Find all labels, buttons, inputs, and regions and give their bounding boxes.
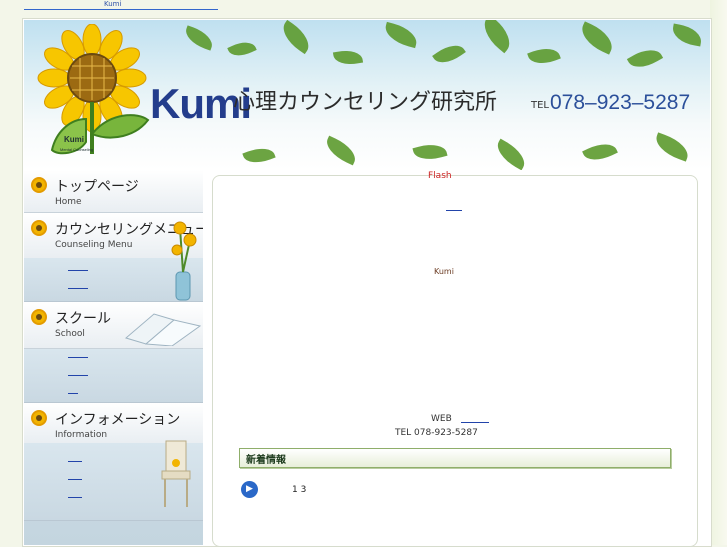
brand-subtitle: 心理カウンセリング研究所	[233, 90, 498, 115]
contact-tel: TEL 078-923-5287	[395, 428, 478, 438]
submenu-link[interactable]	[68, 479, 82, 480]
nav-label-jp: スクール	[55, 311, 111, 327]
header-banner: Kumi Mental Counseling Kumi 心理カウンセリング研究所…	[24, 20, 710, 170]
submenu-link[interactable]	[68, 497, 82, 498]
right-background	[710, 0, 727, 545]
counseling-submenu	[24, 221, 203, 302]
logo-text: Kumi	[64, 135, 84, 144]
nav-label-jp: トップページ	[55, 179, 139, 195]
sunflower-icon	[33, 311, 45, 323]
sunflower-icon	[33, 179, 45, 191]
chair-image	[161, 440, 191, 507]
news-header: 新着情報	[239, 448, 671, 468]
submenu-link[interactable]	[68, 393, 78, 394]
information-submenu	[24, 440, 203, 521]
submenu-link[interactable]	[68, 270, 88, 271]
center-text: Kumi	[434, 267, 454, 276]
nav-label-en: School	[55, 329, 85, 339]
web-label: WEB	[431, 414, 452, 424]
sunflower-icon	[33, 222, 45, 234]
web-link[interactable]	[461, 422, 489, 423]
nav-label-jp: インフォメーション	[55, 412, 181, 428]
sidebar: トップページ Home カウンセリングメニュー Counseling Menu …	[24, 170, 209, 545]
nav-item-home[interactable]: トップページ Home	[24, 170, 203, 213]
sunflower-logo: Kumi Mental Counseling	[37, 24, 150, 155]
logo-subtext: Mental Counseling	[60, 147, 93, 152]
flash-link[interactable]	[446, 210, 462, 211]
nav-label-en: Information	[55, 430, 108, 440]
tel-label: TEL	[531, 100, 549, 111]
open-book-image	[124, 313, 202, 346]
flash-notice: Flash	[428, 171, 452, 181]
submenu-link[interactable]	[68, 288, 88, 289]
submenu-link[interactable]	[68, 375, 88, 376]
sunflower-icon	[33, 412, 45, 424]
news-title: 新着情報	[246, 455, 286, 466]
nav-label-en: Home	[55, 197, 82, 207]
nav-item-information[interactable]: インフォメーション Information	[24, 403, 203, 444]
content-panel	[212, 175, 698, 547]
top-divider	[24, 9, 218, 10]
tel-number: 078–923–5287	[550, 91, 691, 114]
submenu-link[interactable]	[68, 461, 82, 462]
news-count: 1 3	[292, 485, 307, 495]
top-link[interactable]: Kumi	[104, 0, 121, 8]
nav-item-school[interactable]: スクール School	[24, 302, 203, 349]
submenu-link[interactable]	[68, 357, 88, 358]
nav-label-en: Counseling Menu	[55, 240, 133, 250]
sunflower-vase-image	[171, 221, 197, 301]
play-arrow-icon[interactable]: ▶	[241, 481, 258, 498]
school-submenu	[24, 349, 203, 403]
